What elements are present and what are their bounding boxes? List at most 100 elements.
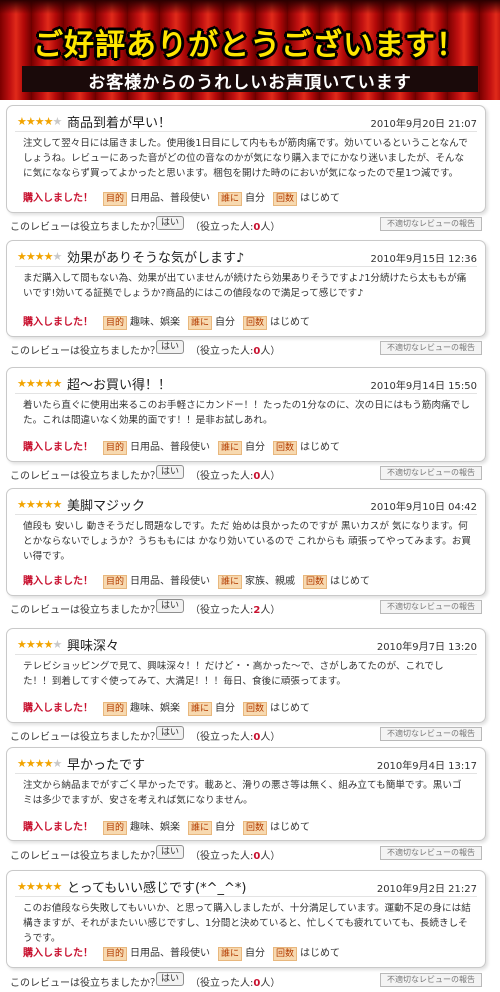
star-filled-icon: ★ — [17, 498, 27, 511]
helpful-suffix: 人） — [260, 471, 281, 482]
star-filled-icon: ★ — [17, 250, 27, 263]
purchased-label: 購入しました！ — [23, 317, 93, 328]
review-divider — [15, 773, 477, 774]
helpful-yes-button[interactable]: はい — [156, 599, 185, 613]
frequency-value: はじめて — [300, 442, 341, 453]
star-filled-icon: ★ — [43, 498, 54, 511]
star-filled-icon: ★ — [52, 377, 63, 390]
review-card: ★★★★★ 商品到着が早い！ 2010年9月20日 21:07 注文して翌々日には届き… — [6, 105, 486, 213]
helpful-question: このレビューは役立ちましたか？ — [10, 732, 160, 743]
helpful-suffix: 人） — [260, 346, 281, 357]
star-filled-icon: ★ — [17, 377, 27, 390]
helpful-yes-button[interactable]: はい — [156, 972, 185, 986]
recipient-tag: 誰に — [188, 702, 213, 716]
review-meta: 購入しました！ 目的 日用品、普段使い 誰に 自分 回数 はじめて — [23, 189, 348, 206]
helpful-prefix: （役立った人: — [190, 471, 254, 482]
review-body: 値段も 安いし 動きそうだし問題なしです。ただ 始めは良かったのですが 黒いカス… — [23, 521, 471, 562]
purpose-tag: 目的 — [103, 702, 128, 716]
review-date: 2010年9月2日 21:27 — [376, 884, 477, 895]
purchased-label: 購入しました！ — [23, 703, 93, 714]
recipient-value: 自分 — [245, 193, 266, 204]
review-date: 2010年9月15日 12:36 — [370, 254, 477, 265]
purpose-value: 趣味、娯楽 — [130, 317, 181, 328]
star-filled-icon: ★ — [17, 115, 27, 128]
helpful-suffix: 人） — [260, 851, 281, 862]
helpful-suffix: 人） — [260, 605, 281, 616]
purpose-value: 日用品、普段使い — [130, 576, 211, 587]
helpful-count: （役立った人:0人） — [190, 342, 280, 357]
frequency-tag: 回数 — [273, 441, 298, 455]
purchased-label: 購入しました！ — [23, 442, 93, 453]
star-empty-icon: ★ — [52, 638, 63, 651]
star-filled-icon: ★ — [43, 880, 54, 893]
star-empty-icon: ★ — [52, 757, 63, 770]
report-review-button[interactable]: 不適切なレビューの報告 — [380, 217, 482, 231]
star-filled-icon: ★ — [52, 880, 63, 893]
report-review-button[interactable]: 不適切なレビューの報告 — [380, 973, 482, 987]
helpful-question: このレビューは役立ちましたか？ — [10, 346, 160, 357]
star-filled-icon: ★ — [17, 757, 27, 770]
review-meta: 購入しました！ 目的 日用品、普段使い 誰に 自分 回数 はじめて — [23, 438, 348, 455]
header-banner: ご好評ありがとうございます！ お客様からのうれしいお声頂いています — [0, 0, 500, 100]
star-filled-icon: ★ — [34, 638, 45, 651]
star-filled-icon: ★ — [34, 250, 45, 263]
review-date: 2010年9月14日 15:50 — [370, 381, 477, 392]
helpful-prefix: （役立った人: — [190, 978, 254, 989]
helpful-yes-button[interactable]: はい — [156, 340, 185, 354]
helpful-yes-button[interactable]: はい — [156, 216, 185, 230]
star-filled-icon: ★ — [43, 250, 54, 263]
frequency-tag: 回数 — [243, 821, 268, 835]
helpful-suffix: 人） — [260, 222, 281, 233]
review-card: ★★★★★ 超～お買い得！！ 2010年9月14日 15:50 着いたら直ぐに使用出来… — [6, 367, 486, 462]
recipient-value: 自分 — [215, 822, 236, 833]
frequency-value: はじめて — [300, 948, 341, 959]
review-body: 注文して翌々日には届きました。使用後1日目にして内ももが筋肉痛です。効いていると… — [23, 138, 468, 179]
purpose-tag: 目的 — [103, 316, 128, 330]
helpful-prefix: （役立った人: — [190, 222, 254, 233]
star-filled-icon: ★ — [34, 757, 45, 770]
recipient-value: 自分 — [215, 703, 236, 714]
helpful-yes-button[interactable]: はい — [156, 726, 185, 740]
review-divider — [15, 131, 477, 132]
report-review-button[interactable]: 不適切なレビューの報告 — [380, 341, 482, 355]
frequency-tag: 回数 — [243, 316, 268, 330]
star-rating: ★★★★★ — [17, 498, 62, 511]
star-rating: ★★★★★ — [17, 880, 63, 893]
frequency-tag: 回数 — [273, 947, 298, 961]
review-divider — [15, 654, 477, 655]
star-rating: ★★★★★ — [17, 115, 62, 128]
review-body: 注文から納品までがすごく早かったです。載あと、滑りの悪さ等は無く、組み立ても簡単… — [23, 780, 462, 806]
helpful-question: このレビューは役立ちましたか？ — [10, 471, 160, 482]
recipient-tag: 誰に — [188, 316, 213, 330]
helpful-yes-button[interactable]: はい — [156, 845, 185, 859]
review-title: 美脚マジック — [67, 499, 146, 514]
helpful-suffix: 人） — [260, 978, 281, 989]
report-review-button[interactable]: 不適切なレビューの報告 — [380, 846, 482, 860]
recipient-value: 家族、親戚 — [245, 576, 296, 587]
frequency-value: はじめて — [270, 822, 311, 833]
star-filled-icon: ★ — [25, 880, 36, 893]
review-divider — [15, 896, 477, 897]
review-title: 超～お買い得！！ — [67, 378, 172, 393]
helpful-yes-button[interactable]: はい — [156, 465, 185, 479]
star-filled-icon: ★ — [25, 498, 36, 511]
star-filled-icon: ★ — [25, 115, 36, 128]
recipient-value: 自分 — [245, 442, 266, 453]
star-rating: ★★★★★ — [17, 377, 63, 390]
review-card: ★★★★★ とってもいい感じです(*^_^*) 2010年9月2日 21:27 このお… — [6, 870, 486, 968]
report-review-button[interactable]: 不適切なレビューの報告 — [380, 466, 482, 480]
frequency-value: はじめて — [330, 576, 371, 587]
star-filled-icon: ★ — [43, 377, 54, 390]
star-filled-icon: ★ — [34, 498, 45, 511]
review-body: テレビショッピングで見て、興味深々！！だけど・・高かった～で、さがしあてたのが、… — [23, 661, 444, 687]
star-filled-icon: ★ — [25, 638, 36, 651]
purchased-label: 購入しました！ — [23, 822, 93, 833]
star-empty-icon: ★ — [52, 250, 63, 263]
report-review-button[interactable]: 不適切なレビューの報告 — [380, 727, 482, 741]
helpful-count: （役立った人:0人） — [190, 218, 280, 233]
purpose-value: 日用品、普段使い — [130, 193, 211, 204]
purchased-label: 購入しました！ — [23, 193, 93, 204]
report-review-button[interactable]: 不適切なレビューの報告 — [380, 600, 482, 614]
review-date: 2010年9月20日 21:07 — [370, 119, 477, 130]
review-date: 2010年9月4日 13:17 — [376, 761, 477, 772]
